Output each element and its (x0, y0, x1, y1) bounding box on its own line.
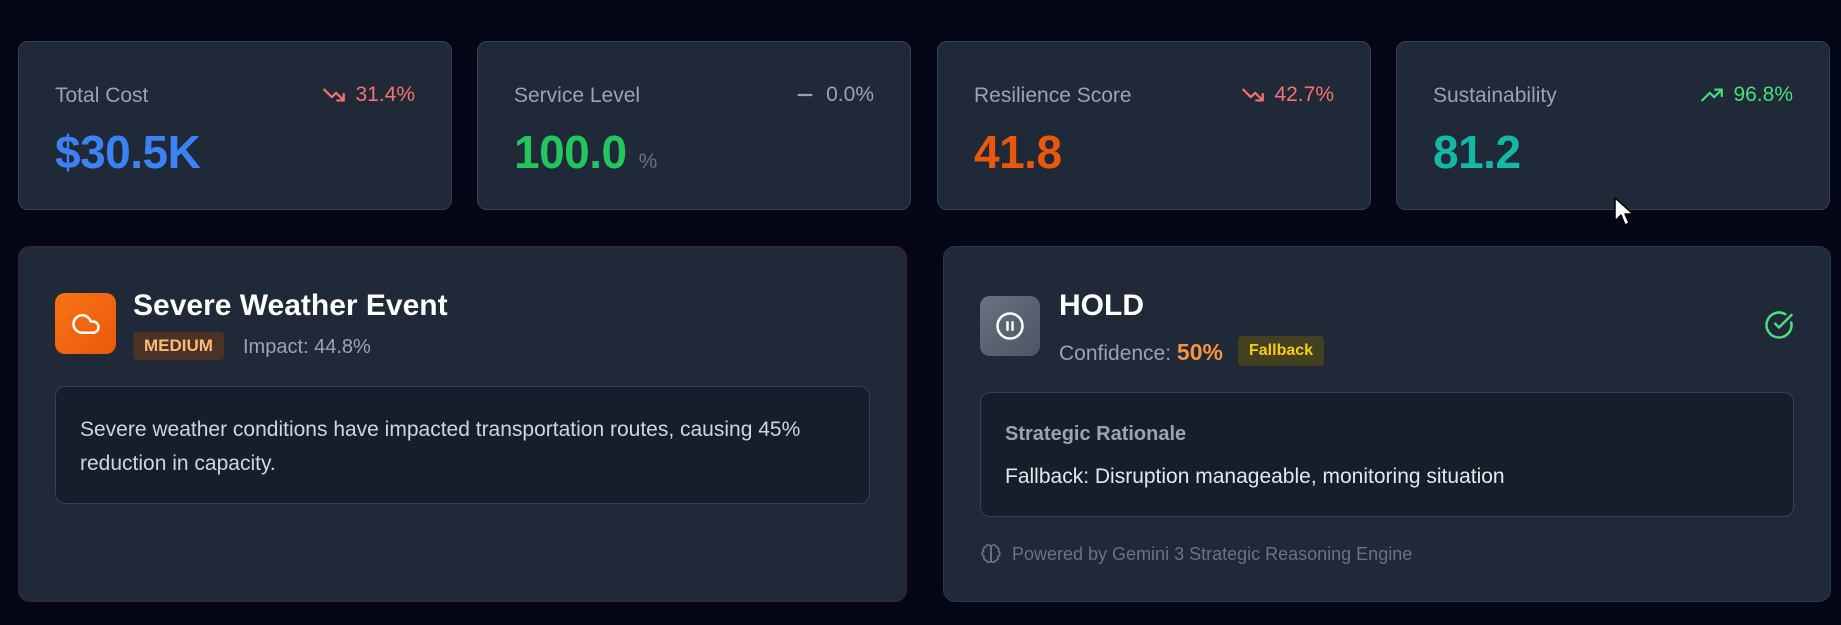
event-title: Severe Weather Event (133, 289, 448, 322)
kpi-label: Sustainability (1433, 84, 1557, 107)
event-description-box: Severe weather conditions have impacted … (55, 386, 870, 504)
minus-icon (797, 93, 813, 97)
kpi-trend: 31.4% (321, 82, 415, 108)
kpi-trend: 42.7% (1240, 82, 1334, 108)
kpi-trend-value: 42.7% (1274, 83, 1334, 106)
rationale-text: Fallback: Disruption manageable, monitor… (1005, 465, 1505, 488)
kpi-unit: % (638, 150, 658, 173)
trending-down-icon (323, 88, 346, 102)
kpi-label: Service Level (514, 84, 641, 107)
kpi-card-service-level: Service Level 0.0% 100.0 % (477, 41, 911, 210)
kpi-value-number: $30.5K (55, 126, 201, 178)
kpi-trend-value: 96.8% (1733, 83, 1793, 106)
event-panel: Severe Weather Event MEDIUM Impact: 44.8… (18, 246, 907, 602)
check-circle-icon (1765, 311, 1793, 339)
trending-down-icon (1242, 88, 1265, 102)
kpi-trend: 0.0% (792, 82, 874, 108)
kpi-trend-value: 0.0% (826, 83, 874, 106)
kpi-value: 41.8 (974, 125, 1062, 179)
pause-icon (996, 312, 1024, 340)
kpi-trend-value: 31.4% (355, 83, 415, 106)
kpi-card-sustainability: Sustainability 96.8% 81.2 (1396, 41, 1830, 210)
brain-icon (981, 544, 1001, 564)
event-icon-container (55, 293, 116, 354)
confidence-label: Confidence: (1059, 342, 1172, 365)
cloud-icon (71, 313, 100, 334)
decision-icon-container (980, 296, 1040, 356)
kpi-card-total-cost: Total Cost 31.4% $30.5K (18, 41, 452, 210)
decision-action: HOLD (1059, 289, 1144, 322)
event-description: Severe weather conditions have impacted … (80, 418, 801, 475)
rationale-title: Strategic Rationale (1005, 423, 1187, 445)
severity-badge: MEDIUM (133, 332, 224, 360)
mouse-cursor-icon (1614, 197, 1634, 226)
confidence: Confidence: 50% (1059, 339, 1223, 366)
rationale-box: Strategic Rationale Fallback: Disruption… (980, 392, 1794, 517)
powered-by-text: Powered by Gemini 3 Strategic Reasoning … (1012, 543, 1413, 564)
kpi-value: 100.0 % (514, 125, 657, 179)
kpi-value-number: 100.0 (514, 126, 627, 178)
confidence-value: 50% (1176, 339, 1223, 365)
trending-up-icon (1701, 88, 1724, 102)
kpi-card-resilience-score: Resilience Score 42.7% 41.8 (937, 41, 1371, 210)
kpi-trend: 96.8% (1699, 82, 1793, 108)
powered-by: Powered by Gemini 3 Strategic Reasoning … (980, 543, 1412, 565)
kpi-value-number: 81.2 (1433, 126, 1521, 178)
kpi-value-number: 41.8 (974, 126, 1062, 178)
kpi-value: 81.2 (1433, 125, 1521, 179)
kpi-label: Total Cost (55, 84, 149, 107)
kpi-value: $30.5K (55, 125, 201, 179)
decision-panel: HOLD Confidence: 50% Fallback Strategic … (943, 246, 1831, 602)
impact-text: Impact: 44.8% (243, 336, 371, 358)
kpi-label: Resilience Score (974, 84, 1132, 107)
fallback-badge: Fallback (1238, 336, 1325, 366)
